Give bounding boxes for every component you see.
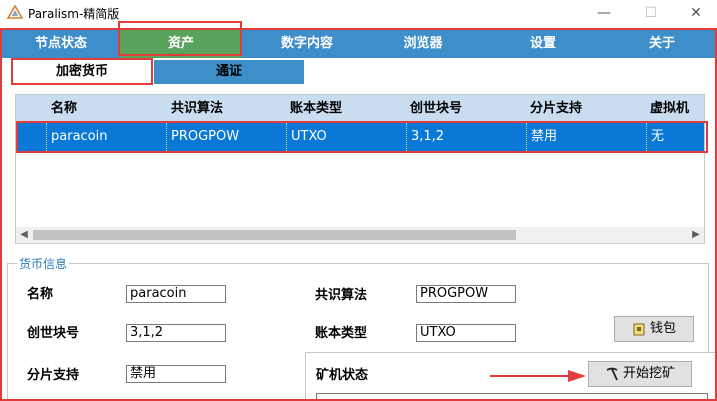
- table-row[interactable]: paracoin PROGPOW UTXO 3,1,2 禁用 无: [16, 123, 704, 151]
- horizontal-scrollbar[interactable]: ◀ ▶: [16, 227, 704, 243]
- ledger-field[interactable]: UTXO: [416, 324, 516, 342]
- main-menu-bar: 节点状态 资产 数字内容 浏览器 设置 关于: [2, 30, 717, 58]
- menu-node-status[interactable]: 节点状态: [2, 30, 120, 58]
- cell-genesis: 3,1,2: [406, 123, 526, 151]
- title-bar: Paralism-精简版 — ☐ ✕: [0, 0, 717, 26]
- column-header-ledger[interactable]: 账本类型: [290, 95, 342, 123]
- name-label: 名称: [27, 287, 54, 302]
- minimize-button[interactable]: —: [581, 0, 627, 26]
- app-logo-icon: [7, 5, 23, 19]
- currency-info-legend: 货币信息: [17, 255, 70, 272]
- cell-ledger: UTXO: [286, 123, 406, 151]
- menu-assets[interactable]: 资产: [120, 30, 242, 58]
- scrollbar-thumb[interactable]: [33, 230, 516, 240]
- tab-token[interactable]: 通证: [154, 60, 304, 84]
- column-header-shard[interactable]: 分片支持: [530, 95, 582, 123]
- menu-about[interactable]: 关于: [612, 30, 712, 58]
- name-field[interactable]: paracoin: [126, 285, 226, 303]
- wallet-button-label: 钱包: [649, 321, 676, 336]
- menu-digital-content[interactable]: 数字内容: [242, 30, 372, 58]
- menu-settings[interactable]: 设置: [474, 30, 612, 58]
- column-header-consensus[interactable]: 共识算法: [171, 95, 223, 123]
- close-button[interactable]: ✕: [673, 0, 717, 26]
- wallet-button[interactable]: 钱包: [614, 316, 694, 342]
- pickaxe-icon: [606, 367, 618, 380]
- menu-browser[interactable]: 浏览器: [372, 30, 474, 58]
- miner-status-label: 矿机状态: [316, 368, 369, 383]
- column-header-name[interactable]: 名称: [51, 95, 77, 123]
- scroll-left-icon[interactable]: ◀: [16, 227, 32, 243]
- wallet-icon: [633, 323, 645, 335]
- maximize-button[interactable]: ☐: [628, 0, 674, 26]
- annotation-arrow-icon: [490, 370, 586, 382]
- cell-vm: 无: [646, 123, 704, 151]
- ledger-label: 账本类型: [315, 326, 368, 341]
- genesis-field[interactable]: 3,1,2: [126, 324, 226, 342]
- column-header-genesis[interactable]: 创世块号: [410, 95, 462, 123]
- consensus-label: 共识算法: [315, 288, 368, 303]
- scroll-right-icon[interactable]: ▶: [688, 227, 704, 243]
- consensus-field[interactable]: PROGPOW: [416, 285, 516, 303]
- currency-table: 名称 共识算法 账本类型 创世块号 分片支持 虚拟机 paracoin PROG…: [15, 94, 705, 244]
- start-mining-button[interactable]: 开始挖矿: [588, 361, 692, 387]
- window-title: Paralism-精简版: [28, 7, 120, 21]
- cell-consensus: PROGPOW: [166, 123, 286, 151]
- cell-name: paracoin: [46, 123, 166, 151]
- column-header-vm[interactable]: 虚拟机: [650, 95, 689, 123]
- tab-crypto[interactable]: 加密货币: [12, 60, 152, 84]
- table-header: 名称 共识算法 账本类型 创世块号 分片支持 虚拟机: [16, 95, 704, 123]
- genesis-label: 创世块号: [27, 326, 80, 341]
- shard-label: 分片支持: [27, 368, 80, 383]
- start-mining-label: 开始挖矿: [622, 366, 675, 381]
- asset-subtabs: 加密货币 通证: [2, 58, 717, 84]
- shard-field[interactable]: 禁用: [126, 365, 226, 383]
- cell-shard: 禁用: [526, 123, 646, 151]
- miner-status-field: [316, 393, 708, 401]
